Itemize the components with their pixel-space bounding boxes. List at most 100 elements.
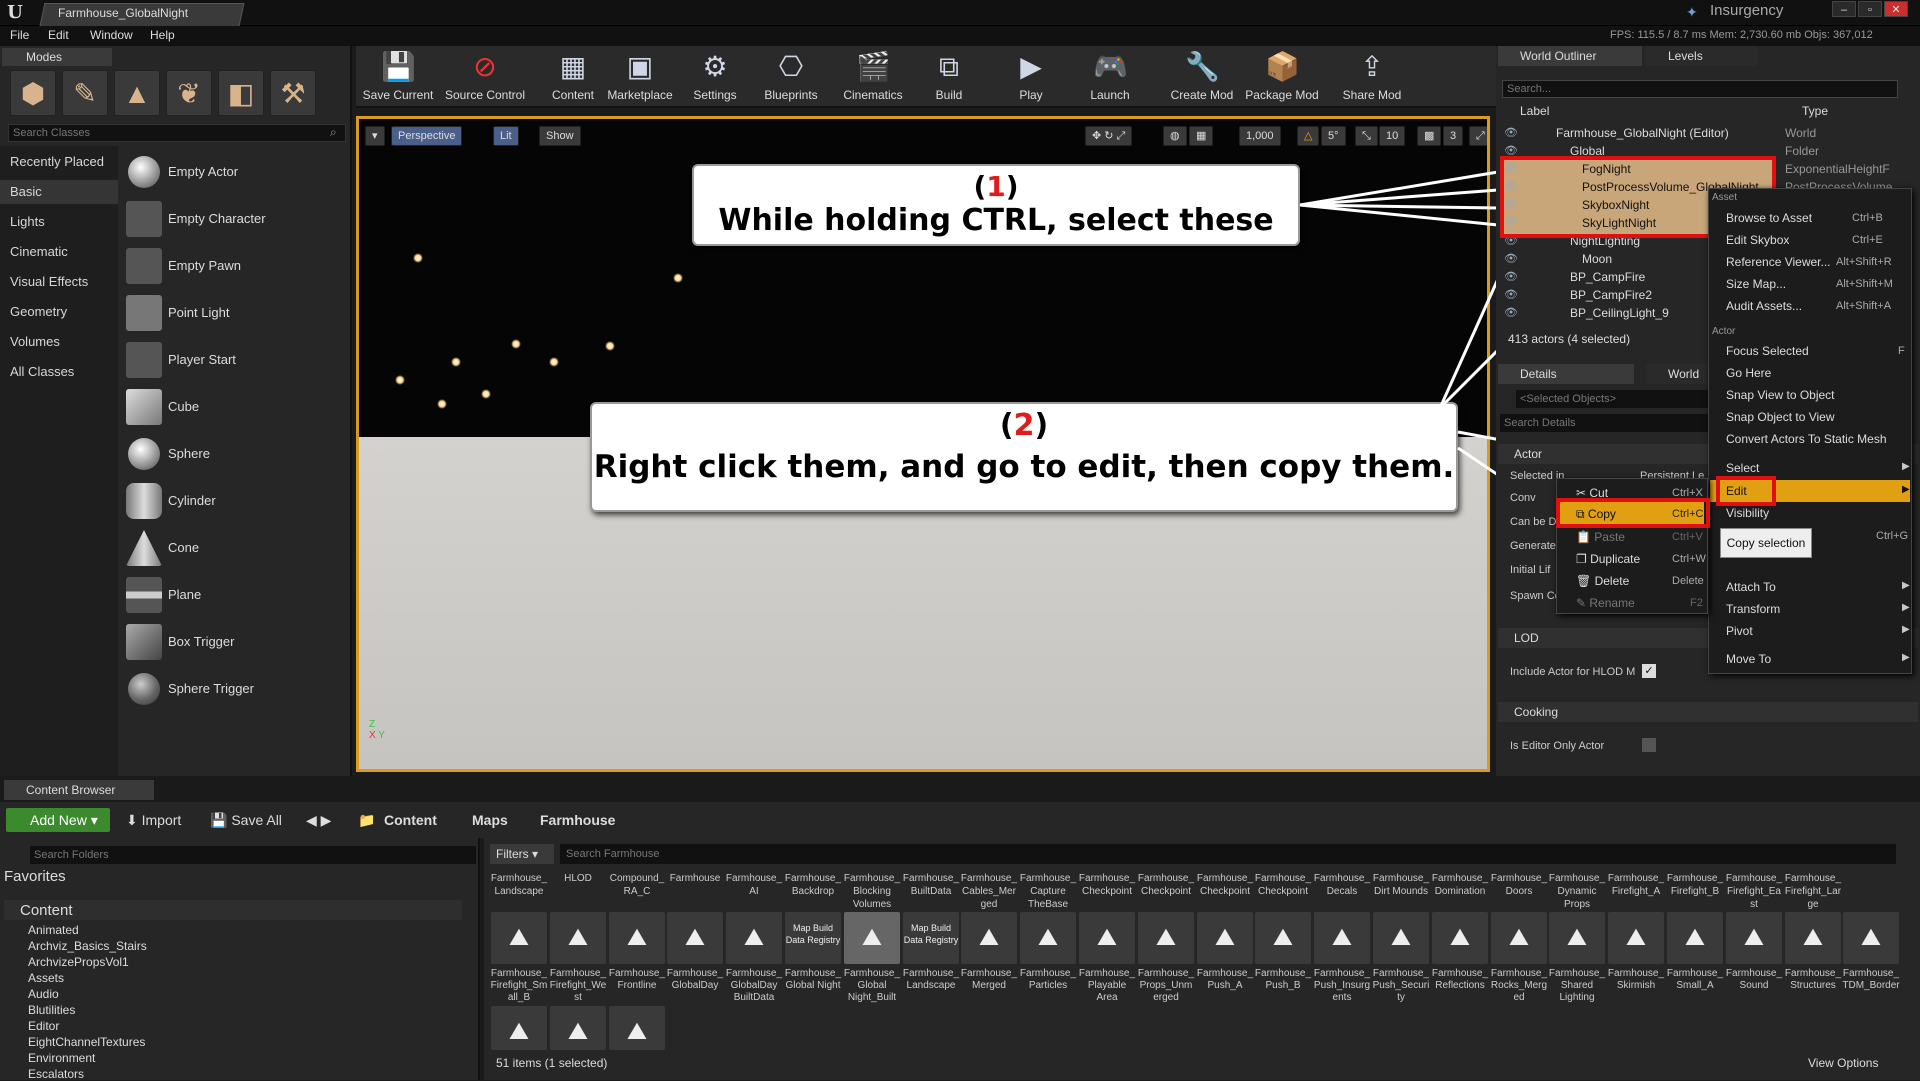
asset-tile[interactable]: ⛰ <box>1549 912 1605 964</box>
add-new-button[interactable]: Add New ▾ <box>6 808 110 832</box>
asset-label-top: Farmhouse_Domination <box>1431 873 1489 897</box>
asset-label-bottom: Farmhouse_Push_Insurgents <box>1313 968 1371 1003</box>
breadcrumb-farmhouse[interactable]: Farmhouse <box>540 812 615 828</box>
asset-tile[interactable]: ⛰ <box>609 912 665 964</box>
menu-item-convert-to-static-mesh[interactable]: Convert Actors To Static Mesh <box>1726 432 1887 446</box>
menu-item-edit-skybox[interactable]: Edit Skybox <box>1726 233 1789 247</box>
menu-item-transform[interactable]: Transform <box>1726 602 1780 616</box>
chevron-right-icon: ▶ <box>1902 602 1910 613</box>
asset-label-top: Farmhouse_Firefight_East <box>1725 873 1783 910</box>
shortcut: Ctrl+E <box>1852 234 1883 246</box>
selected-objects-field[interactable]: <Selected Objects> <box>1516 390 1708 408</box>
asset-tile[interactable]: ⛰ <box>1608 912 1664 964</box>
folder-item[interactable]: Escalators <box>28 1067 84 1081</box>
folder-item[interactable]: Animated <box>28 923 79 937</box>
menu-item-focus-selected[interactable]: Focus Selected <box>1726 344 1809 358</box>
asset-tile[interactable]: ⛰ <box>1843 912 1899 964</box>
filters-button[interactable]: Filters ▾ <box>490 844 554 864</box>
submenu-item-rename[interactable]: ✎ Rename <box>1576 596 1635 610</box>
menu-item-audit-assets[interactable]: Audit Assets... <box>1726 299 1802 313</box>
folder-item[interactable]: Blutilities <box>28 1003 75 1017</box>
asset-tile[interactable]: ⛰ <box>1726 912 1782 964</box>
asset-tile[interactable]: ⛰ <box>609 1006 665 1050</box>
menu-item-attach-to[interactable]: Attach To <box>1726 580 1776 594</box>
folder-item[interactable]: ArchvizePropsVol1 <box>28 955 129 969</box>
asset-tile[interactable]: ⛰ <box>1667 912 1723 964</box>
menu-item-pivot[interactable]: Pivot <box>1726 624 1753 638</box>
submenu-item-paste[interactable]: 📋 Paste <box>1576 530 1625 544</box>
search-details-input[interactable]: Search Details <box>1500 414 1708 432</box>
submenu-item-duplicate[interactable]: ❐ Duplicate <box>1576 552 1640 566</box>
eye-icon[interactable]: 👁 <box>1504 250 1518 268</box>
menu-item-select[interactable]: Select <box>1726 461 1759 475</box>
world-settings-tab[interactable]: World <box>1646 364 1708 384</box>
menu-item-size-map[interactable]: Size Map... <box>1726 277 1786 291</box>
column-label-header[interactable]: Label <box>1520 104 1549 118</box>
menu-item-move-to[interactable]: Move To <box>1726 652 1771 666</box>
asset-tile[interactable]: ⛰ <box>1079 912 1135 964</box>
property-convert: Conv <box>1510 492 1536 504</box>
folder-item[interactable]: Editor <box>28 1019 59 1033</box>
asset-tile[interactable]: ⛰ <box>1785 912 1841 964</box>
paste-icon: 📋 <box>1576 530 1595 544</box>
asset-tile[interactable]: ⛰ <box>1197 912 1253 964</box>
asset-tile[interactable]: ⛰ <box>667 912 723 964</box>
menu-item-reference-viewer[interactable]: Reference Viewer... <box>1726 255 1831 269</box>
asset-tile[interactable]: Map Build Data Registry <box>903 912 959 964</box>
asset-tile[interactable]: ⛰ <box>1432 912 1488 964</box>
view-options-button[interactable]: View Options <box>1808 1056 1878 1070</box>
breadcrumb-maps[interactable]: Maps <box>472 812 508 828</box>
outliner-row-world[interactable]: 👁 Farmhouse_GlobalNight (Editor) World <box>1500 124 1920 142</box>
details-tab[interactable]: Details <box>1498 364 1634 384</box>
eye-icon[interactable]: 👁 <box>1504 286 1518 304</box>
asset-tile[interactable]: ⛰ <box>961 912 1017 964</box>
asset-tile[interactable]: ⛰ <box>491 1006 547 1050</box>
folder-item[interactable]: Environment <box>28 1051 95 1065</box>
menu-item-snap-object-to-view[interactable]: Snap Object to View <box>1726 410 1835 424</box>
world-outliner-tab[interactable]: World Outliner <box>1498 46 1642 66</box>
asset-tile[interactable]: ⛰ <box>726 912 782 964</box>
breadcrumb-content[interactable]: Content <box>384 812 437 828</box>
eye-icon[interactable]: 👁 <box>1504 124 1518 142</box>
levels-tab[interactable]: Levels <box>1646 46 1758 66</box>
asset-tile[interactable]: Map Build Data Registry <box>785 912 841 964</box>
import-button[interactable]: ⬇ Import <box>126 812 181 829</box>
include-hlod-checkbox[interactable]: ✓ <box>1642 664 1656 678</box>
asset-tile[interactable]: ⛰ <box>1138 912 1194 964</box>
content-browser-tab[interactable]: Content Browser <box>4 780 154 800</box>
asset-tile[interactable]: ⛰ <box>491 912 547 964</box>
menu-item-go-here[interactable]: Go Here <box>1726 366 1771 380</box>
asset-tile[interactable]: ⛰ <box>1491 912 1547 964</box>
editor-only-checkbox[interactable] <box>1642 738 1656 752</box>
asset-tile[interactable]: ⛰ <box>550 1006 606 1050</box>
menu-item-browse-to-asset[interactable]: Browse to Asset <box>1726 211 1812 225</box>
menu-item-snap-view-to-object[interactable]: Snap View to Object <box>1726 388 1835 402</box>
folder-item[interactable]: EightChannelTextures <box>28 1035 145 1049</box>
rename-icon: ✎ <box>1576 596 1590 610</box>
folder-item[interactable]: Assets <box>28 971 64 985</box>
search-folders-input[interactable]: Search Folders <box>30 846 476 864</box>
asset-tile[interactable]: ⛰ <box>844 912 900 964</box>
search-farmhouse-input[interactable]: Search Farmhouse <box>560 844 1896 864</box>
menu-item-visibility[interactable]: Visibility <box>1726 506 1769 520</box>
column-type-header[interactable]: Type <box>1802 104 1828 118</box>
folder-item[interactable]: Audio <box>28 987 59 1001</box>
asset-label-top: Farmhouse_Dynamic Props <box>1548 873 1606 910</box>
asset-tile[interactable]: ⛰ <box>550 912 606 964</box>
folder-item[interactable]: Archviz_Basics_Stairs <box>28 939 147 953</box>
section-cooking[interactable]: Cooking <box>1498 702 1918 722</box>
asset-tile[interactable]: ⛰ <box>1255 912 1311 964</box>
eye-icon[interactable]: 👁 <box>1504 304 1518 322</box>
back-forward-arrows[interactable]: ◀ ▶ <box>306 812 331 829</box>
favorites-header[interactable]: Favorites <box>4 868 66 885</box>
asset-tile[interactable]: ⛰ <box>1314 912 1370 964</box>
asset-tile[interactable]: ⛰ <box>1020 912 1076 964</box>
asset-tile[interactable]: ⛰ <box>1373 912 1429 964</box>
save-all-button[interactable]: 💾 Save All <box>210 812 282 829</box>
outliner-search-input[interactable]: Search... <box>1502 80 1898 98</box>
asset-label-bottom: Farmhouse_Frontline <box>608 968 666 991</box>
submenu-item-delete[interactable]: 🗑 Delete <box>1576 574 1629 588</box>
asset-label-top: Farmhouse_Blocking Volumes <box>843 873 901 910</box>
folder-content-root[interactable]: Content <box>20 902 73 919</box>
eye-icon[interactable]: 👁 <box>1504 268 1518 286</box>
